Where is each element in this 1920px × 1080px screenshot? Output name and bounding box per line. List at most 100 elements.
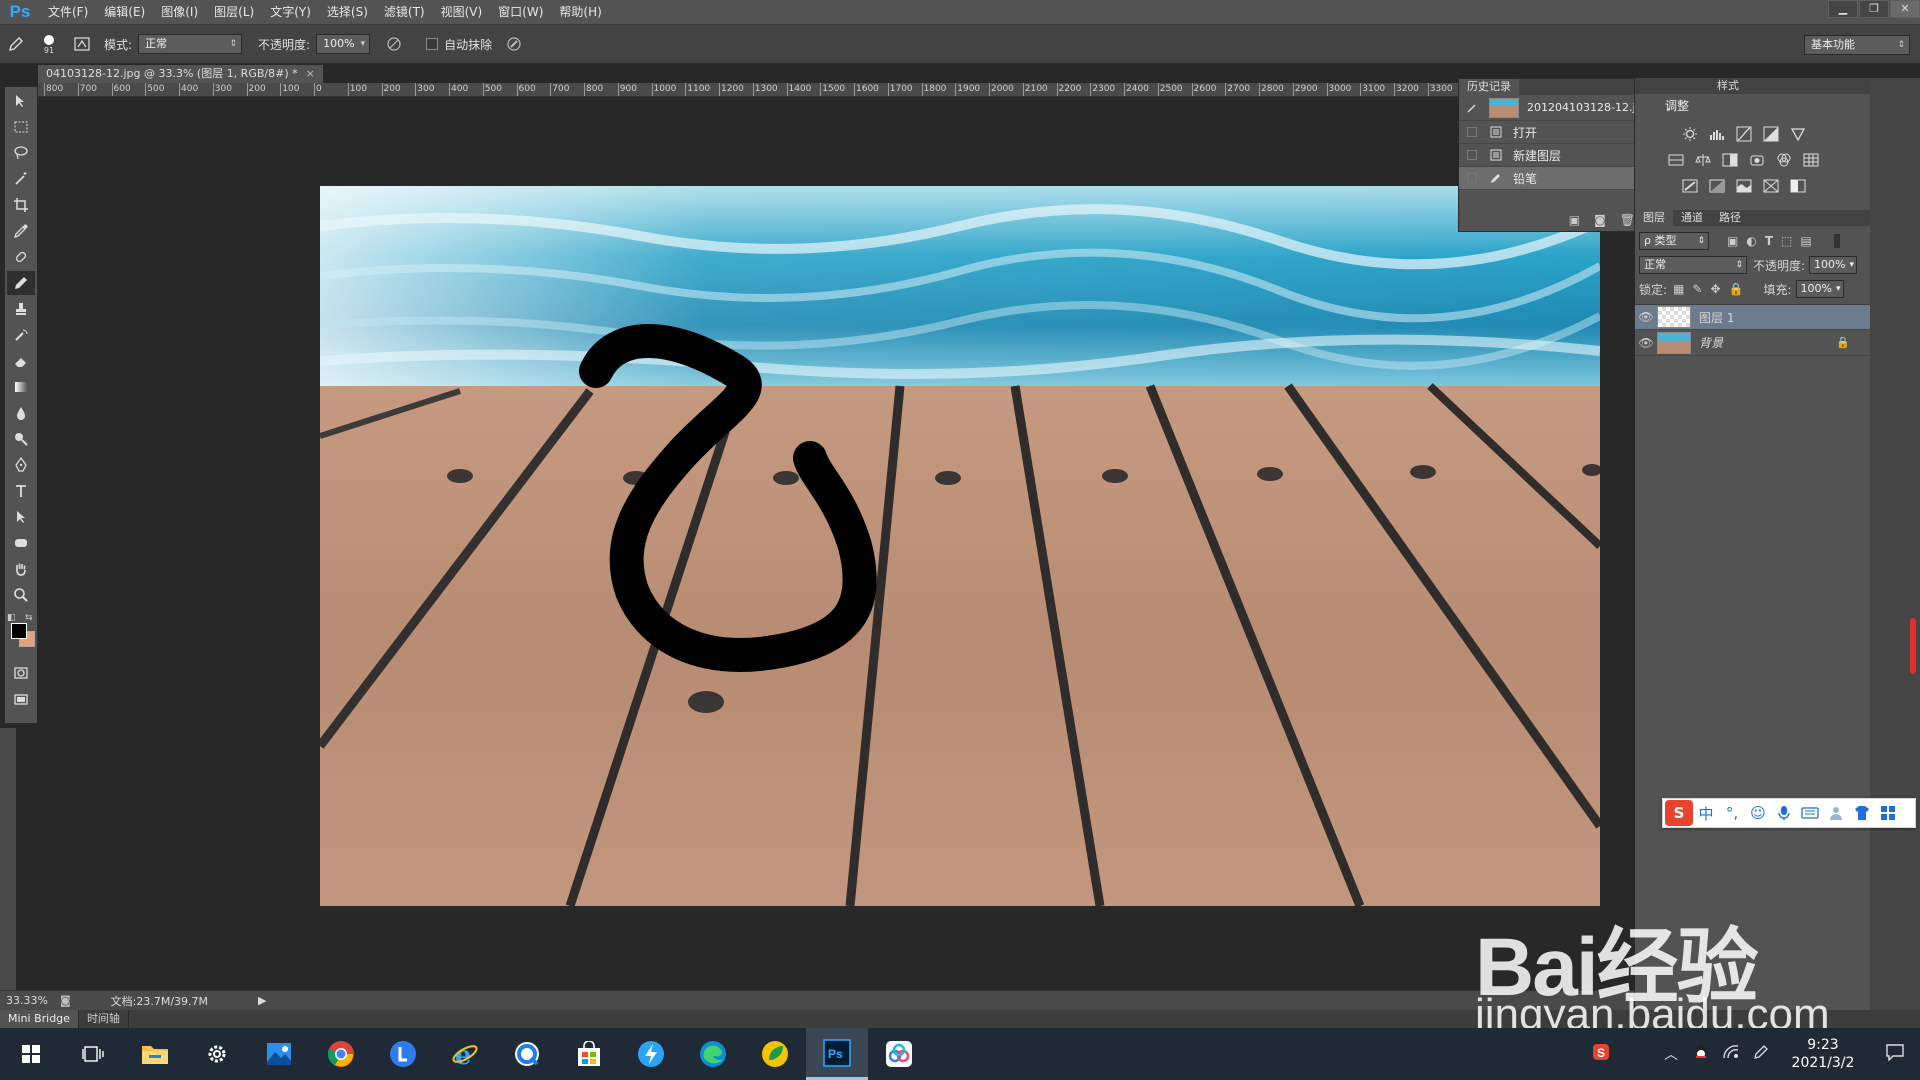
network-icon[interactable] bbox=[1716, 1044, 1746, 1064]
filter-adjustment-icon[interactable]: ◐ bbox=[1746, 234, 1756, 248]
skin-icon[interactable] bbox=[1849, 800, 1875, 826]
store-icon[interactable] bbox=[558, 1028, 620, 1080]
selective-color-icon[interactable] bbox=[1760, 176, 1782, 196]
minimize-button[interactable]: ▁ bbox=[1828, 0, 1858, 18]
scroll-indicator[interactable] bbox=[1910, 618, 1916, 674]
lock-pixels-icon[interactable]: ✎ bbox=[1692, 282, 1702, 296]
baidu-netdisk-icon[interactable] bbox=[868, 1028, 930, 1080]
clock[interactable]: 9:23 2021/3/2 bbox=[1776, 1036, 1870, 1072]
invert-icon[interactable] bbox=[1679, 176, 1701, 196]
photos-app-icon[interactable] bbox=[248, 1028, 310, 1080]
history-source-checkbox[interactable] bbox=[1467, 173, 1477, 183]
fill-input[interactable]: 100% ▾ bbox=[1795, 280, 1844, 298]
hue-saturation-icon[interactable] bbox=[1665, 150, 1687, 170]
layer-opacity-input[interactable]: 100% ▾ bbox=[1809, 256, 1858, 274]
chevron-up-icon[interactable]: ︿ bbox=[1656, 1044, 1686, 1064]
layer-filter-select[interactable]: ρ 类型 ⇕ bbox=[1639, 232, 1709, 250]
app-leaf-icon[interactable] bbox=[744, 1028, 806, 1080]
trash-icon[interactable]: 🗑 bbox=[1620, 213, 1635, 227]
move-tool[interactable] bbox=[7, 89, 35, 113]
pressure-size-icon[interactable] bbox=[502, 32, 526, 56]
gradient-map-icon[interactable] bbox=[1787, 176, 1809, 196]
toolbox-grid-icon[interactable] bbox=[1875, 800, 1901, 826]
history-item-new-layer[interactable]: 新建图层 bbox=[1459, 144, 1653, 167]
crop-tool[interactable] bbox=[7, 193, 35, 217]
vertical-ruler[interactable] bbox=[0, 728, 16, 990]
filter-type-icon[interactable]: T bbox=[1765, 234, 1773, 248]
layer-row-layer1[interactable]: 👁 图层 1 bbox=[1635, 304, 1870, 330]
exposure-icon[interactable] bbox=[1760, 124, 1782, 144]
pressure-opacity-icon[interactable] bbox=[382, 32, 406, 56]
lock-position-icon[interactable]: ✥ bbox=[1710, 282, 1720, 296]
horizontal-ruler[interactable]: 800 700 600 500 400 300 200 100 0 100 200 300 400 500… bbox=[38, 83, 1460, 97]
keyboard-icon[interactable] bbox=[1797, 800, 1823, 826]
menu-type[interactable]: 文字(Y) bbox=[262, 0, 319, 24]
tab-timeline[interactable]: 时间轴 bbox=[79, 1010, 129, 1028]
curves-icon[interactable] bbox=[1733, 124, 1755, 144]
brush-panel-icon[interactable] bbox=[70, 32, 94, 56]
sogou-tray-icon[interactable]: S bbox=[1586, 1043, 1616, 1065]
eraser-tool[interactable] bbox=[7, 349, 35, 373]
close-tab-icon[interactable]: × bbox=[306, 67, 315, 80]
auto-erase-checkbox[interactable] bbox=[426, 38, 439, 50]
pen-input-icon[interactable] bbox=[1746, 1043, 1776, 1065]
workspace-select[interactable]: 基本功能 ⇕ bbox=[1804, 35, 1910, 55]
ime-lang-toggle[interactable]: 中 bbox=[1693, 800, 1719, 826]
photoshop-taskbar-icon[interactable]: Ps bbox=[806, 1028, 868, 1080]
brush-preset-picker[interactable]: 91 bbox=[32, 32, 66, 56]
app-l-icon[interactable] bbox=[372, 1028, 434, 1080]
menu-filter[interactable]: 滤镜(T) bbox=[376, 0, 433, 24]
edge-icon[interactable] bbox=[682, 1028, 744, 1080]
camera-icon[interactable]: ◙ bbox=[1594, 213, 1606, 227]
qq-browser-icon[interactable] bbox=[496, 1028, 558, 1080]
history-brush-tool[interactable] bbox=[7, 323, 35, 347]
tab-layers[interactable]: 图层 bbox=[1635, 210, 1673, 226]
brightness-icon[interactable] bbox=[1679, 124, 1701, 144]
task-view-icon[interactable] bbox=[62, 1028, 124, 1080]
chrome-icon[interactable] bbox=[310, 1028, 372, 1080]
qq-tray-icon[interactable] bbox=[1686, 1043, 1716, 1065]
pen-tool[interactable] bbox=[7, 453, 35, 477]
lock-all-icon[interactable]: 🔒 bbox=[1729, 282, 1744, 296]
filter-smart-object-icon[interactable]: ▤ bbox=[1800, 234, 1811, 248]
blur-tool[interactable] bbox=[7, 401, 35, 425]
document-canvas[interactable] bbox=[320, 186, 1600, 906]
foreground-color-swatch[interactable] bbox=[11, 623, 27, 639]
filter-pixel-icon[interactable]: ▣ bbox=[1727, 234, 1738, 248]
hand-tool[interactable] bbox=[7, 557, 35, 581]
menu-edit[interactable]: 编辑(E) bbox=[96, 0, 153, 24]
history-item-pencil[interactable]: 铅笔 bbox=[1459, 167, 1653, 190]
tab-styles[interactable]: 样式 bbox=[1709, 78, 1747, 94]
zoom-tool[interactable] bbox=[7, 583, 35, 607]
microphone-icon[interactable] bbox=[1771, 800, 1797, 826]
ie-icon[interactable]: e bbox=[434, 1028, 496, 1080]
tab-channels[interactable]: 通道 bbox=[1673, 210, 1711, 226]
ime-punct-toggle[interactable]: °, bbox=[1719, 800, 1745, 826]
history-item-open[interactable]: 打开 bbox=[1459, 121, 1653, 144]
channel-mixer-icon[interactable] bbox=[1773, 150, 1795, 170]
start-button[interactable] bbox=[0, 1028, 62, 1080]
history-source-checkbox[interactable] bbox=[1467, 150, 1477, 160]
tab-mini-bridge[interactable]: Mini Bridge bbox=[0, 1010, 79, 1028]
tab-history[interactable]: 历史记录 bbox=[1459, 79, 1519, 95]
magic-wand-tool[interactable] bbox=[7, 167, 35, 191]
mode-select[interactable]: 正常 ⇕ bbox=[138, 34, 243, 54]
posterize-icon[interactable] bbox=[1706, 176, 1728, 196]
gradient-tool[interactable] bbox=[7, 375, 35, 399]
filter-shape-icon[interactable]: ⬚ bbox=[1781, 234, 1792, 248]
pencil-tool-icon[interactable] bbox=[4, 32, 28, 56]
photo-filter-icon[interactable] bbox=[1746, 150, 1768, 170]
tab-paths[interactable]: 路径 bbox=[1711, 210, 1749, 226]
path-selection-tool[interactable] bbox=[7, 505, 35, 529]
sogou-logo-icon[interactable]: S bbox=[1665, 800, 1693, 826]
vibrance-icon[interactable] bbox=[1787, 124, 1809, 144]
restore-button[interactable]: ❐ bbox=[1859, 0, 1889, 18]
shape-tool[interactable] bbox=[7, 531, 35, 555]
ime-emoji[interactable]: ☺ bbox=[1745, 800, 1771, 826]
document-tab[interactable]: 04103128-12.jpg @ 33.3% (图层 1, RGB/8#) *… bbox=[38, 65, 324, 83]
app-bolt-icon[interactable] bbox=[620, 1028, 682, 1080]
settings-gear-icon[interactable] bbox=[186, 1028, 248, 1080]
visibility-eye-icon[interactable]: 👁 bbox=[1635, 310, 1657, 324]
menu-layer[interactable]: 图层(L) bbox=[206, 0, 262, 24]
menu-view[interactable]: 视图(V) bbox=[433, 0, 491, 24]
